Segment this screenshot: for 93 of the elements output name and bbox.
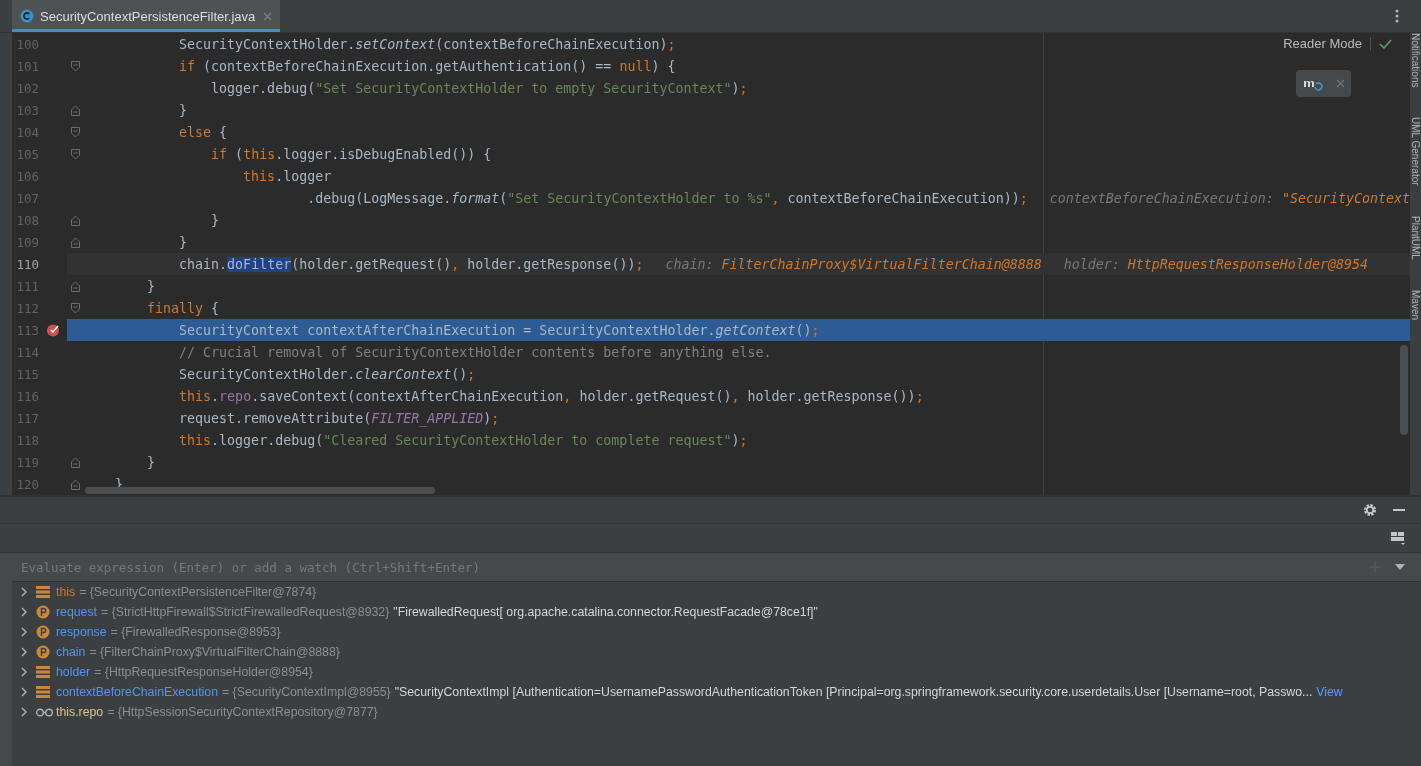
line-number: 112 bbox=[15, 300, 39, 316]
chevron-icon[interactable] bbox=[20, 627, 28, 637]
line-number: 106 bbox=[15, 168, 39, 184]
fold-icon[interactable] bbox=[70, 302, 80, 314]
code-line: .debug(LogMessage.format("Set SecurityContextHolder to %s", contextBeforeChainExecution)); bbox=[306, 190, 1028, 206]
line-number: 101 bbox=[15, 58, 39, 74]
chevron-icon[interactable] bbox=[20, 607, 28, 617]
code-line: if (contextBeforeChainExecution.getAuthentication() == null) { bbox=[178, 58, 676, 74]
code-line: SecurityContextHolder.setContext(contextBeforeChainExecution); bbox=[178, 36, 676, 52]
tool-window-tab[interactable]: UML Generator bbox=[1410, 117, 1421, 186]
line-number: 109 bbox=[15, 234, 39, 250]
fold-icon[interactable] bbox=[70, 148, 80, 160]
fold-icon[interactable] bbox=[70, 60, 80, 72]
inlay-hint: holder: HttpRequestResponseHolder@8954 bbox=[1063, 256, 1368, 272]
chevron-icon[interactable] bbox=[20, 587, 28, 597]
parameter-icon bbox=[36, 625, 50, 639]
line-number: 110 bbox=[15, 256, 39, 272]
variable-entry[interactable]: holder = {HttpRequestResponseHolder@8954} bbox=[56, 665, 313, 679]
code-line: if (this.logger.isDebugEnabled()) { bbox=[210, 146, 492, 162]
close-icon[interactable] bbox=[1335, 79, 1345, 88]
reader-mode-link[interactable]: Reader Mode bbox=[1283, 36, 1362, 51]
line-number: 116 bbox=[15, 388, 39, 404]
tool-window-tab[interactable]: PlantUML bbox=[1410, 216, 1421, 260]
line-number: 107 bbox=[15, 190, 39, 206]
line-number: 100 bbox=[15, 36, 39, 52]
code-line: } bbox=[178, 102, 188, 118]
code-line: SecurityContextHolder.clearContext(); bbox=[178, 366, 476, 382]
dropdown-icon[interactable] bbox=[1395, 564, 1405, 570]
line-number: 115 bbox=[15, 366, 39, 382]
fold-icon[interactable] bbox=[70, 126, 80, 138]
scrollbar[interactable] bbox=[1400, 345, 1408, 435]
line-number: 117 bbox=[15, 410, 39, 426]
line-number: 102 bbox=[15, 80, 39, 96]
code-line: finally { bbox=[146, 300, 220, 316]
parameter-icon bbox=[36, 605, 50, 619]
code-line: } bbox=[146, 278, 156, 294]
close-icon[interactable] bbox=[263, 11, 273, 21]
fold-icon[interactable] bbox=[70, 456, 80, 468]
chevron-icon[interactable] bbox=[20, 707, 28, 717]
fold-icon[interactable] bbox=[70, 236, 80, 248]
view-link[interactable]: View bbox=[1316, 685, 1343, 699]
line-number: 113 bbox=[15, 322, 39, 338]
code-line: request.removeAttribute(FILTER_APPLIED); bbox=[178, 410, 500, 426]
line-number: 111 bbox=[15, 278, 39, 294]
tool-window-tab[interactable]: Notifications bbox=[1410, 33, 1421, 88]
code-line: } bbox=[146, 454, 156, 470]
line-number: 103 bbox=[15, 102, 39, 118]
code-line: // Crucial removal of SecurityContextHolder contents before anything else. bbox=[178, 344, 772, 360]
code-line: } bbox=[210, 212, 220, 228]
inlay-hint: chain: FilterChainProxy$VirtualFilterChain@8888 bbox=[665, 256, 1042, 272]
settings-icon[interactable] bbox=[1363, 503, 1377, 517]
chevron-icon[interactable] bbox=[20, 647, 28, 657]
parameter-icon bbox=[36, 645, 50, 659]
inlay-hint: contextBeforeChainExecution: "SecurityContext bbox=[1049, 190, 1410, 206]
variable-entry[interactable]: this.repo = {HttpSessionSecurityContextRepository@7877} bbox=[56, 705, 378, 719]
field-icon bbox=[36, 666, 50, 678]
glasses-icon bbox=[36, 707, 53, 717]
class-icon bbox=[20, 9, 34, 23]
variable-entry[interactable]: contextBeforeChainExecution = {SecurityContextImpl@8955} "SecurityContextImpl [Authentication=UsernamePasswordAuthenticationToken [Principal=org.springframework.security.core.userdetails.User [Username=root, Passwo... View bbox=[56, 685, 1343, 699]
layout-icon[interactable] bbox=[1391, 531, 1405, 545]
code-line: this.repo.saveContext(contextAfterChainExecution, holder.getRequest(), holder.getResponse()); bbox=[178, 388, 924, 404]
field-icon bbox=[36, 686, 50, 698]
fold-icon[interactable] bbox=[70, 104, 80, 116]
more-icon[interactable] bbox=[1395, 9, 1399, 23]
chevron-icon[interactable] bbox=[20, 687, 28, 697]
code-line: this.logger.debug("Cleared SecurityContextHolder to complete request"); bbox=[178, 432, 748, 448]
line-number: 120 bbox=[15, 476, 39, 492]
code-line: } bbox=[178, 234, 188, 250]
variable-entry[interactable]: request = {StrictHttpFirewall$StrictFirewalledRequest@8932} "FirewalledRequest[ org.apache.catalina.connector.RequestFacade@78ce1f]" bbox=[56, 605, 818, 619]
code-line: this.logger bbox=[242, 168, 332, 184]
check-icon bbox=[1379, 38, 1392, 49]
line-number: 119 bbox=[15, 454, 39, 470]
fold-icon[interactable] bbox=[70, 214, 80, 226]
fold-icon[interactable] bbox=[70, 478, 80, 490]
scrollbar[interactable] bbox=[85, 487, 435, 494]
chevron-icon[interactable] bbox=[20, 667, 28, 677]
breakpoint-icon[interactable] bbox=[46, 323, 60, 337]
tool-window-tab[interactable]: Maven bbox=[1410, 289, 1421, 320]
field-icon bbox=[36, 586, 50, 598]
line-number: 118 bbox=[15, 432, 39, 448]
variable-entry[interactable]: chain = {FilterChainProxy$VirtualFilterChain@8888} bbox=[56, 645, 340, 659]
code-line: SecurityContext contextAfterChainExecution = SecurityContextHolder.getContext(); bbox=[178, 322, 820, 338]
line-number: 104 bbox=[15, 124, 39, 140]
code-line: logger.debug("Set SecurityContextHolder to empty SecurityContext"); bbox=[210, 80, 748, 96]
variable-entry[interactable]: this = {SecurityContextPersistenceFilter@7874} bbox=[56, 585, 317, 599]
line-number: 105 bbox=[15, 146, 39, 162]
code-line: chain.doFilter(holder.getRequest(), holder.getResponse()); bbox=[178, 256, 644, 272]
code-line: else { bbox=[178, 124, 228, 140]
line-number: 114 bbox=[15, 344, 39, 360]
fold-icon[interactable] bbox=[70, 280, 80, 292]
variable-entry[interactable]: response = {FirewalledResponse@8953} bbox=[56, 625, 281, 639]
editor-tab[interactable]: SecurityContextPersistenceFilter.java bbox=[12, 0, 281, 32]
line-number: 108 bbox=[15, 212, 39, 228]
